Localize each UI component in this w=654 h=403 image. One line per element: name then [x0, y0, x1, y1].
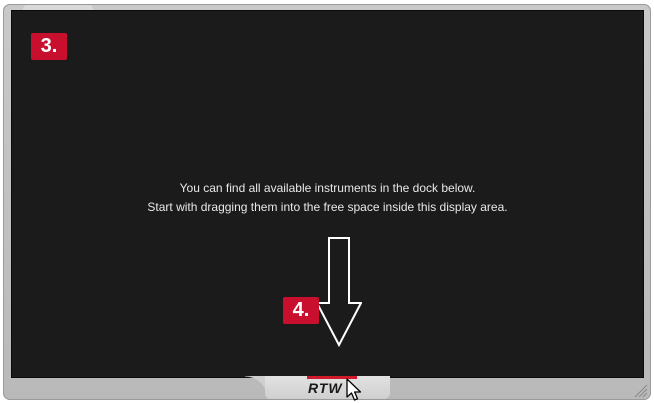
instructions-message: You can find all available instruments i…	[12, 179, 643, 217]
instructions-line-2: Start with dragging them into the free s…	[147, 200, 508, 214]
mouse-pointer-icon	[346, 378, 362, 401]
display-area[interactable]: 3. You can find all available instrument…	[11, 10, 644, 378]
instructions-line-1: You can find all available instruments i…	[179, 181, 476, 195]
down-arrow-icon	[316, 237, 362, 347]
step-4-badge: 4.	[283, 297, 319, 324]
resize-grip-icon[interactable]	[632, 382, 648, 398]
step-3-badge: 3.	[31, 33, 67, 60]
